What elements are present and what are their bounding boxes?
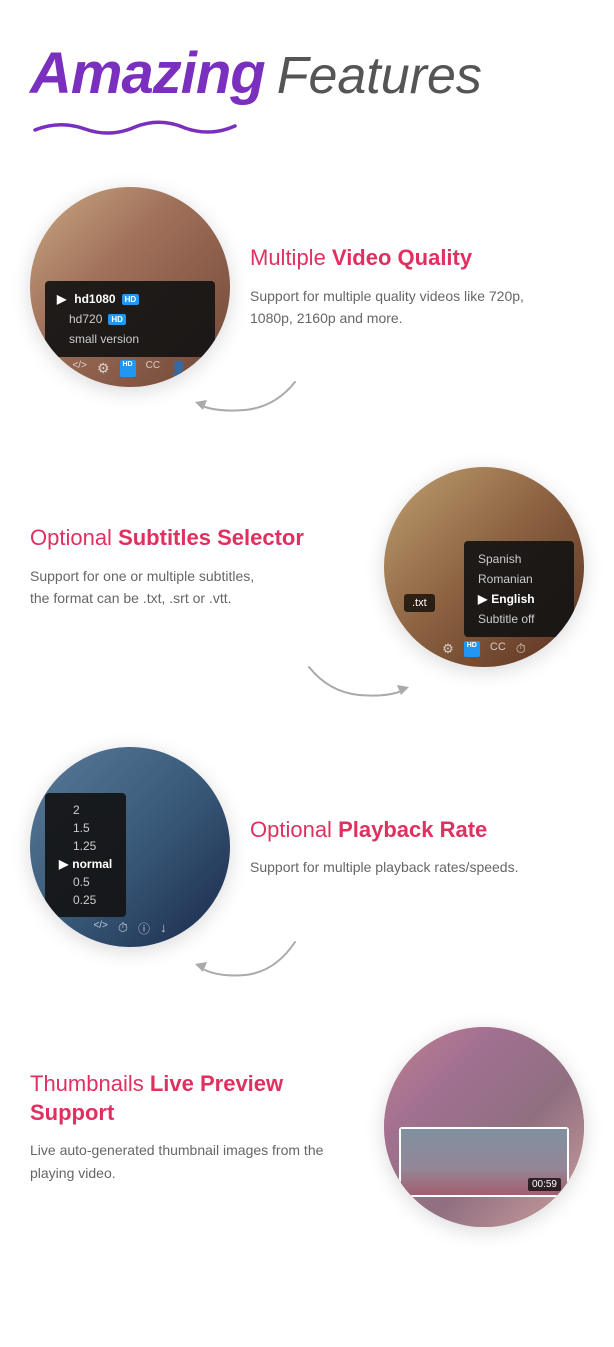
pb-item-normal: ▶ normal — [59, 855, 112, 873]
code-icon: </> — [93, 920, 107, 937]
pb-item-0-5: 0.5 — [59, 873, 112, 891]
pb-item-1-5: 1.5 — [59, 819, 112, 837]
pb-item-0-25: 0.25 — [59, 891, 112, 909]
feature4-title: Thumbnails Live Preview Support — [30, 1070, 359, 1127]
feature3-title-bold: Playback Rate — [338, 817, 487, 842]
pb-item-1-25: 1.25 — [59, 837, 112, 855]
sub-item-off: Subtitle off — [478, 609, 560, 629]
header-title: Amazing Features — [30, 40, 584, 107]
arrow2 — [299, 657, 419, 702]
feature1-title-normal: Multiple — [250, 245, 332, 270]
vq-item-hd720: hd720 HD — [57, 309, 203, 329]
sub-item-romanian: Romanian — [478, 569, 560, 589]
feature2-desc: Support for one or multiple subtitles, t… — [30, 565, 359, 610]
feature2-title-normal: Optional — [30, 525, 118, 550]
video-quality-circle: ▶ hd1080 HD hd720 HD small version </> ⚙… — [30, 187, 230, 387]
vq-dropdown: ▶ hd1080 HD hd720 HD small version — [45, 281, 215, 357]
hd-badge: HD — [120, 360, 136, 377]
header-amazing: Amazing — [30, 40, 265, 107]
sub-dropdown: Spanish Romanian ▶ English Subtitle off — [464, 541, 574, 637]
time-badge: 00:59 — [528, 1178, 561, 1191]
feature2-text: Optional Subtitles Selector Support for … — [30, 524, 384, 609]
feature2-title: Optional Subtitles Selector — [30, 524, 359, 553]
feature1-title: Multiple Video Quality — [250, 244, 564, 273]
clock-icon: ⏱ — [118, 920, 128, 937]
feature-thumbnails: Thumbnails Live Preview Support Live aut… — [30, 1027, 584, 1227]
playback-circle: 2 1.5 1.25 ▶ normal 0.5 0.25 </> ⏱ ⓘ ↓ — [30, 747, 230, 947]
arrow3 — [185, 932, 305, 982]
subtitles-circle: .txt Spanish Romanian ▶ English Subtitle… — [384, 467, 584, 667]
feature3-desc: Support for multiple playback rates/spee… — [250, 856, 564, 878]
gear-icon: ⚙ — [442, 641, 454, 657]
feature-subtitles: Optional Subtitles Selector Support for … — [30, 467, 584, 667]
page-wrapper: Amazing Features ▶ hd1080 HD hd720 HD — [0, 0, 614, 1347]
feature1-title-bold: Video Quality — [332, 245, 472, 270]
preview-box: 00:59 — [399, 1127, 569, 1197]
feature-playback-rate: 2 1.5 1.25 ▶ normal 0.5 0.25 </> ⏱ ⓘ ↓ O… — [30, 747, 584, 947]
download-icon: ↓ — [160, 920, 167, 937]
sub-item-english: ▶ English — [478, 589, 560, 609]
hd-badge: HD — [464, 641, 480, 657]
feature4-text: Thumbnails Live Preview Support Live aut… — [30, 1070, 384, 1184]
gear-icon: ⚙ — [97, 360, 110, 377]
info-icon: ⓘ — [138, 920, 150, 937]
sub-controls: ⚙ HD CC ⏱ — [384, 641, 584, 657]
pb-item-2: 2 — [59, 801, 112, 819]
clock-icon: ⏱ — [516, 641, 526, 657]
feature2-title-bold: Subtitles Selector — [118, 525, 304, 550]
cc-icon: CC — [146, 360, 160, 377]
header-section: Amazing Features — [30, 40, 584, 137]
pb-dropdown: 2 1.5 1.25 ▶ normal 0.5 0.25 — [45, 793, 126, 917]
code-icon: </> — [72, 360, 86, 377]
header-underline — [30, 115, 250, 137]
feature4-desc: Live auto-generated thumbnail images fro… — [30, 1139, 359, 1184]
vq-item-hd1080: ▶ hd1080 HD — [57, 289, 203, 309]
header-features: Features — [277, 46, 482, 106]
feature1-text: Multiple Video Quality Support for multi… — [230, 244, 584, 329]
feature1-desc: Support for multiple quality videos like… — [250, 285, 564, 330]
feature-video-quality: ▶ hd1080 HD hd720 HD small version </> ⚙… — [30, 187, 584, 387]
feature4-title-normal: Thumbnails — [30, 1071, 150, 1096]
sub-item-spanish: Spanish — [478, 549, 560, 569]
txt-label: .txt — [404, 594, 435, 612]
feature3-title: Optional Playback Rate — [250, 816, 564, 845]
arrow1 — [185, 372, 305, 417]
feature3-text: Optional Playback Rate Support for multi… — [230, 816, 584, 879]
feature3-title-normal: Optional — [250, 817, 338, 842]
vq-item-small: small version — [57, 329, 203, 349]
thumbnails-circle: 00:59 — [384, 1027, 584, 1227]
cc-icon: CC — [490, 641, 506, 657]
